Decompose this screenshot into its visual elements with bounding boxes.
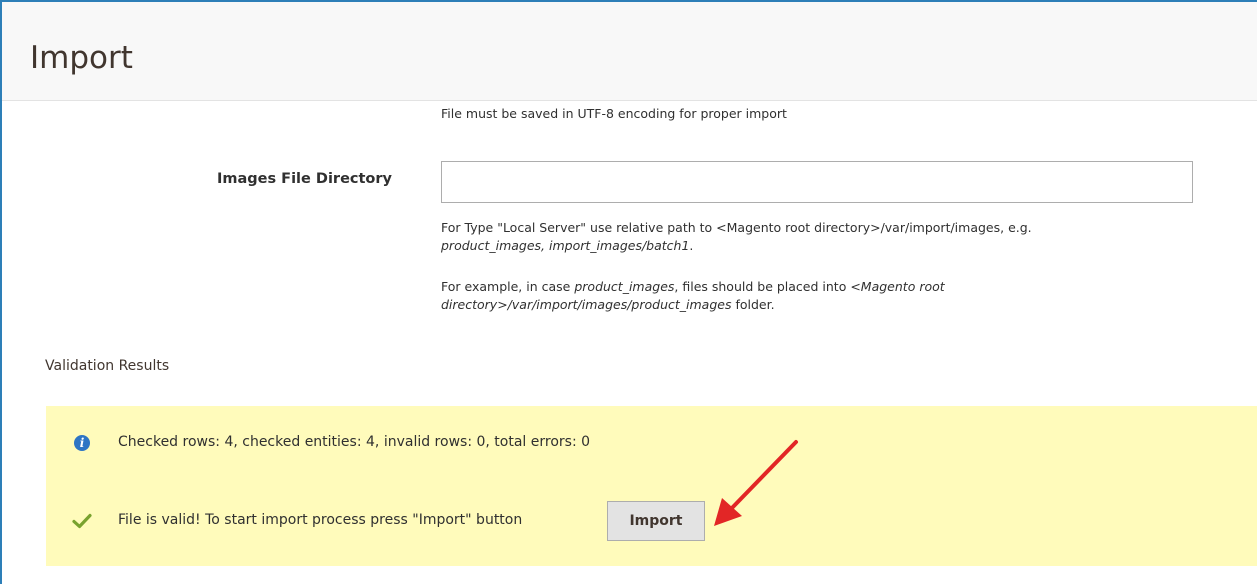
help-1-period: . xyxy=(689,238,694,253)
success-message: File is valid! To start import process p… xyxy=(46,478,1257,566)
page-header: Import xyxy=(2,2,1257,101)
validation-results-title: Validation Results xyxy=(45,358,170,374)
help-2-example: product_images xyxy=(574,279,675,294)
info-message-text: Checked rows: 4, checked entities: 4, in… xyxy=(118,434,591,450)
encoding-note: File must be saved in UTF-8 encoding for… xyxy=(441,106,787,121)
check-icon xyxy=(72,513,92,529)
page-title: Import xyxy=(30,40,133,76)
help-2-text-a: For example, in case xyxy=(441,279,575,294)
import-button[interactable]: Import xyxy=(607,501,705,541)
info-message: i Checked rows: 4, checked entities: 4, … xyxy=(46,406,1257,478)
help-1-examples: product_images, import_images/batch1 xyxy=(441,238,690,253)
help-2-text-c: folder. xyxy=(731,297,775,312)
images-dir-help-2: For example, in case product_images, fil… xyxy=(441,278,1161,314)
help-2-text-b: , files should be placed into xyxy=(674,279,851,294)
images-dir-help-1: For Type "Local Server" use relative pat… xyxy=(441,219,1161,255)
success-message-text: File is valid! To start import process p… xyxy=(118,512,523,528)
info-icon: i xyxy=(74,435,90,451)
red-arrow-icon xyxy=(714,440,798,526)
images-file-directory-input[interactable] xyxy=(441,161,1193,203)
images-file-directory-label: Images File Directory xyxy=(217,171,392,187)
help-1-text: For Type "Local Server" use relative pat… xyxy=(441,220,1032,235)
